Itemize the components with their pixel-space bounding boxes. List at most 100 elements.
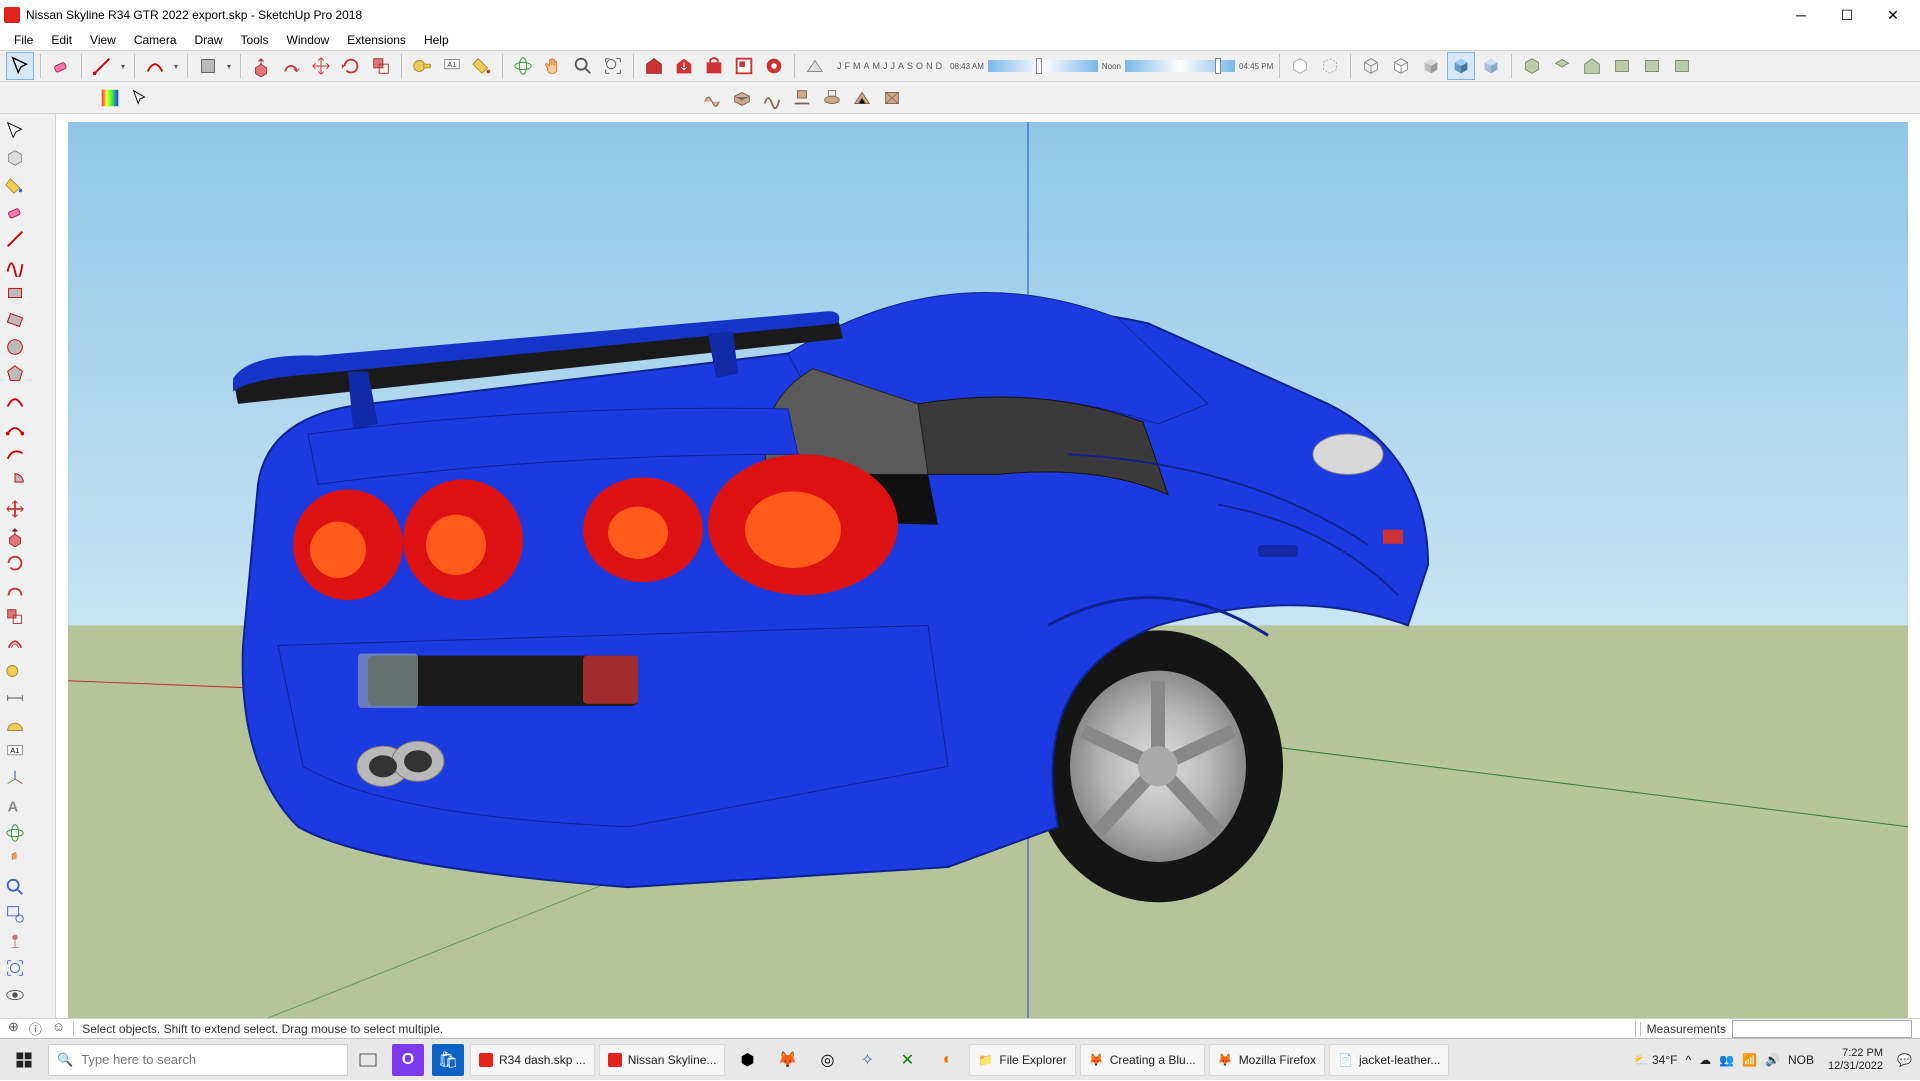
- 3dtext-tool[interactable]: A: [2, 793, 27, 818]
- tray-notifications-icon[interactable]: 💬: [1897, 1053, 1912, 1067]
- pinned-code[interactable]: ✧: [851, 1044, 883, 1076]
- menu-extensions[interactable]: Extensions: [339, 31, 414, 49]
- warehouse-send-tool[interactable]: [670, 52, 698, 80]
- line-tool-l[interactable]: [2, 226, 27, 251]
- tape-tool[interactable]: [408, 52, 436, 80]
- tape-tool-l[interactable]: [2, 658, 27, 683]
- arc-tool-l[interactable]: [2, 388, 27, 413]
- paint-bucket-tool[interactable]: [468, 52, 496, 80]
- sandbox-add-detail[interactable]: [848, 84, 876, 112]
- sandbox-smoove[interactable]: [758, 84, 786, 112]
- rectangle-tool[interactable]: [2, 280, 27, 305]
- tray-clock[interactable]: 7:22 PM 12/31/2022: [1822, 1047, 1889, 1073]
- line-tool[interactable]: [88, 52, 116, 80]
- zoom-tool-l[interactable]: [2, 874, 27, 899]
- geo-location-icon[interactable]: ⊕: [8, 1019, 19, 1038]
- pinned-xbox[interactable]: ✕: [891, 1044, 923, 1076]
- task-view-icon[interactable]: [352, 1044, 384, 1076]
- style-hidden-line[interactable]: [1387, 52, 1415, 80]
- pushpull-tool[interactable]: [247, 52, 275, 80]
- view-top[interactable]: [1548, 52, 1576, 80]
- sandbox-stamp[interactable]: [788, 84, 816, 112]
- pan-tool[interactable]: [539, 52, 567, 80]
- follow-me-tool[interactable]: [277, 52, 305, 80]
- style-shaded-textures[interactable]: [1447, 52, 1475, 80]
- shadow-time-slider-2[interactable]: [1125, 60, 1235, 72]
- sandbox-drape[interactable]: [818, 84, 846, 112]
- style-backedges[interactable]: [1316, 52, 1344, 80]
- view-front[interactable]: [1578, 52, 1606, 80]
- zoom-window-tool[interactable]: [2, 901, 27, 926]
- zoom-tool[interactable]: [569, 52, 597, 80]
- tray-onedrive-icon[interactable]: ☁: [1699, 1053, 1711, 1067]
- scale-tool[interactable]: [367, 52, 395, 80]
- pinned-firefox[interactable]: 🦊: [771, 1044, 803, 1076]
- pushpull-tool-l[interactable]: [2, 523, 27, 548]
- rotate-tool-l[interactable]: [2, 550, 27, 575]
- view-right[interactable]: [1608, 52, 1636, 80]
- extensions-manager-tool[interactable]: [760, 52, 788, 80]
- follow-me-tool-l[interactable]: [2, 577, 27, 602]
- offset-tool[interactable]: [2, 631, 27, 656]
- sandbox-flip-edge[interactable]: [878, 84, 906, 112]
- menu-draw[interactable]: Draw: [187, 31, 231, 49]
- protractor-tool[interactable]: [2, 712, 27, 737]
- warehouse-get-tool[interactable]: [640, 52, 668, 80]
- tray-language[interactable]: NOB: [1788, 1053, 1814, 1067]
- menu-view[interactable]: View: [82, 31, 124, 49]
- weather-widget[interactable]: ⛅ 34°F: [1634, 1053, 1678, 1067]
- shadow-months[interactable]: JFMAMJJASOND: [831, 61, 948, 71]
- extension-warehouse-tool[interactable]: [700, 52, 728, 80]
- pinned-store[interactable]: 🛍: [432, 1044, 464, 1076]
- pinned-unity[interactable]: ⬢: [731, 1044, 763, 1076]
- shape-dropdown[interactable]: ▾: [224, 62, 234, 71]
- tray-people-icon[interactable]: 👥: [1719, 1053, 1734, 1067]
- pie-tool[interactable]: [2, 469, 27, 494]
- 3point-arc-tool[interactable]: [2, 442, 27, 467]
- rotate-tool[interactable]: [337, 52, 365, 80]
- maximize-button[interactable]: ☐: [1824, 0, 1870, 30]
- rotated-rect-tool[interactable]: [2, 307, 27, 332]
- select-tool[interactable]: [6, 52, 34, 80]
- taskbar-task-4[interactable]: 🦊Mozilla Firefox: [1209, 1044, 1325, 1076]
- minimize-button[interactable]: ─: [1778, 0, 1824, 30]
- style-shaded[interactable]: [1417, 52, 1445, 80]
- select-cursor[interactable]: [126, 84, 154, 112]
- menu-help[interactable]: Help: [416, 31, 457, 49]
- arc-dropdown[interactable]: ▾: [171, 62, 181, 71]
- eraser-tool-l[interactable]: [2, 199, 27, 224]
- tray-network-icon[interactable]: 📶: [1742, 1053, 1757, 1067]
- zoom-extents-tool[interactable]: [599, 52, 627, 80]
- close-button[interactable]: ✕: [1870, 0, 1916, 30]
- pinned-blender[interactable]: ◐: [931, 1044, 963, 1076]
- move-tool[interactable]: [307, 52, 335, 80]
- circle-tool[interactable]: [2, 334, 27, 359]
- measurements-input[interactable]: [1732, 1020, 1912, 1038]
- select-tool-l[interactable]: [2, 118, 27, 143]
- start-button[interactable]: [0, 1039, 48, 1081]
- text-tool-l[interactable]: A1: [2, 739, 27, 764]
- view-back[interactable]: [1638, 52, 1666, 80]
- pinned-obs[interactable]: ◎: [811, 1044, 843, 1076]
- pinned-app-1[interactable]: O: [392, 1044, 424, 1076]
- dimension-tool[interactable]: [2, 685, 27, 710]
- menu-file[interactable]: File: [6, 31, 41, 49]
- eraser-tool[interactable]: [47, 52, 75, 80]
- style-xray[interactable]: [1286, 52, 1314, 80]
- axes-tool[interactable]: [2, 766, 27, 791]
- view-iso[interactable]: [1518, 52, 1546, 80]
- menu-edit[interactable]: Edit: [43, 31, 80, 49]
- shape-tool[interactable]: [194, 52, 222, 80]
- 2point-arc-tool[interactable]: [2, 415, 27, 440]
- line-dropdown[interactable]: ▾: [118, 62, 128, 71]
- taskbar-task-0[interactable]: R34 dash.skp ...: [470, 1044, 595, 1076]
- menu-window[interactable]: Window: [279, 31, 338, 49]
- shadow-time-slider[interactable]: [988, 60, 1098, 72]
- materials-palette[interactable]: [96, 84, 124, 112]
- pan-tool-l[interactable]: [2, 847, 27, 872]
- view-left[interactable]: [1668, 52, 1696, 80]
- taskbar-task-3[interactable]: 🦊Creating a Blu...: [1080, 1044, 1205, 1076]
- zoom-extents-tool-l[interactable]: [2, 955, 27, 980]
- taskbar-task-5[interactable]: 📄jacket-leather...: [1329, 1044, 1449, 1076]
- menu-tools[interactable]: Tools: [233, 31, 277, 49]
